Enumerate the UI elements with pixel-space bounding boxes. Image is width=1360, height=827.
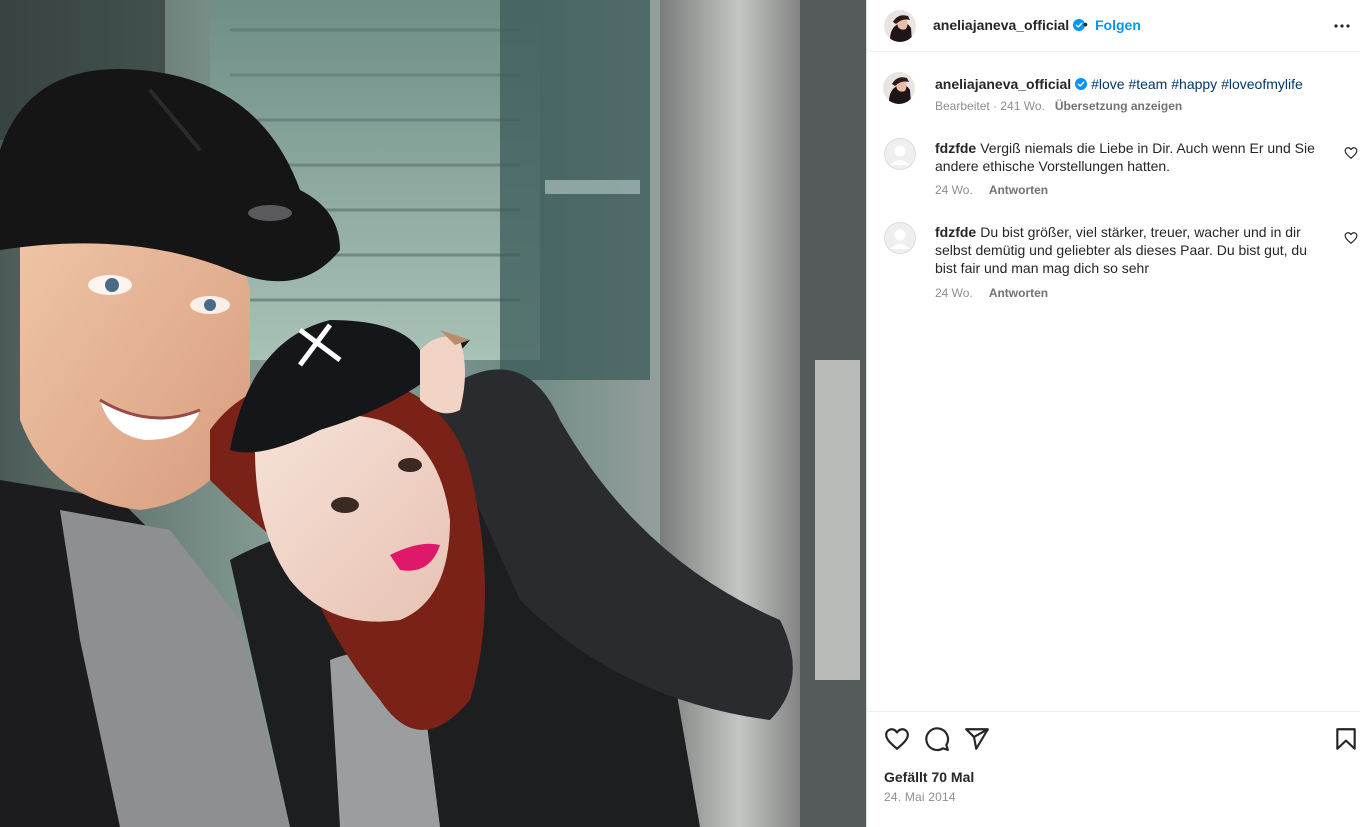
comment-age: 24 Wo. (935, 286, 973, 300)
hashtag-link[interactable]: #love (1091, 76, 1124, 92)
caption-avatar[interactable] (883, 72, 915, 104)
default-avatar-icon (884, 222, 916, 254)
default-avatar-icon (884, 138, 916, 170)
header-separator: • (1083, 16, 1088, 32)
comment-age: 24 Wo. (935, 183, 973, 197)
caption: aneliajaneva_official #love #team #happy… (935, 75, 1355, 93)
caption-meta: Bearbeitet · 241 Wo. Übersetzung anzeigen (935, 99, 1182, 113)
paper-plane-icon[interactable] (964, 726, 990, 752)
comment-like-heart-icon[interactable] (1344, 146, 1358, 160)
author-avatar-image (884, 10, 916, 42)
header-username[interactable]: aneliajaneva_official (933, 17, 1086, 33)
post-actions: Gefällt 70 Mal 24. Mai 2014 (867, 711, 1360, 827)
comment-body: Du bist größer, viel stärker, treuer, wa… (935, 224, 1307, 276)
hashtag-link[interactable]: #happy (1171, 76, 1217, 92)
reply-button[interactable]: Antworten (989, 183, 1048, 197)
caption-edited-age: Bearbeitet · 241 Wo. (935, 99, 1045, 113)
post-date: 24. Mai 2014 (884, 790, 956, 804)
like-count[interactable]: Gefällt 70 Mal (884, 769, 974, 785)
post-side-panel: aneliajaneva_official • Folgen aneliajan… (866, 0, 1360, 827)
header-username-text[interactable]: aneliajaneva_official (933, 17, 1069, 33)
post-photo[interactable] (0, 0, 866, 827)
comment-meta: 24 Wo. Antworten (935, 183, 1048, 197)
follow-button[interactable]: Folgen (1095, 17, 1141, 33)
comment-like-heart-icon[interactable] (1344, 231, 1358, 245)
comment-avatar[interactable] (884, 222, 916, 254)
comment-avatar[interactable] (884, 138, 916, 170)
post-photo-selfie-image (0, 0, 866, 827)
hashtag-link[interactable]: #loveofmylife (1221, 76, 1303, 92)
caption-username[interactable]: aneliajaneva_official (935, 76, 1071, 92)
comment-text: fdzfde Vergiß niemals die Liebe in Dir. A… (935, 139, 1315, 175)
author-avatar[interactable] (884, 10, 916, 42)
verified-badge-icon (1075, 78, 1088, 90)
caption-avatar-image (883, 72, 915, 104)
comment-body: Vergiß niemals die Liebe in Dir. Auch we… (935, 140, 1315, 174)
comment-meta: 24 Wo. Antworten (935, 286, 1048, 300)
translate-link[interactable]: Übersetzung anzeigen (1055, 99, 1182, 113)
post-header: aneliajaneva_official • Folgen (867, 0, 1360, 52)
bookmark-icon[interactable] (1333, 726, 1359, 752)
comment-bubble-icon[interactable] (924, 726, 950, 752)
comment-text: fdzfde Du bist größer, viel stärker, treu… (935, 223, 1315, 277)
ellipsis-icon[interactable] (1333, 17, 1351, 35)
comment-username[interactable]: fdzfde (935, 224, 976, 240)
comment-username[interactable]: fdzfde (935, 140, 976, 156)
heart-icon[interactable] (884, 726, 910, 752)
reply-button[interactable]: Antworten (989, 286, 1048, 300)
hashtag-link[interactable]: #team (1128, 76, 1167, 92)
